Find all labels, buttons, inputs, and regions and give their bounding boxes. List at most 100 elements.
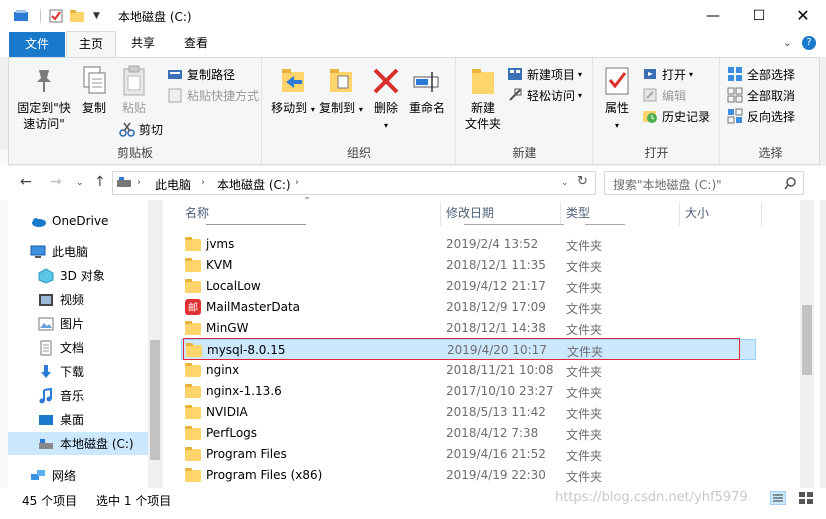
minimize-button[interactable]: — xyxy=(690,0,736,31)
select-none-button[interactable]: 全部取消 xyxy=(727,85,795,105)
column-divider[interactable] xyxy=(440,202,441,226)
delete-button[interactable]: 删除 ▾ xyxy=(371,64,401,134)
nav-item-desktop[interactable]: 桌面 xyxy=(8,408,148,431)
column-header-name[interactable]: 名称 xyxy=(185,204,209,226)
nav-item-documents[interactable]: 文档 xyxy=(8,336,148,359)
paste-button[interactable]: 粘贴 xyxy=(115,64,153,116)
table-row[interactable]: jvms 2019/2/4 13:52 文件夹 xyxy=(181,234,756,255)
table-row[interactable]: LocalLow 2019/4/12 21:17 文件夹 xyxy=(181,276,756,297)
quick-access-toolbar: ▼ xyxy=(14,7,100,25)
column-divider[interactable] xyxy=(679,202,680,226)
up-arrow-icon[interactable]: ↑ xyxy=(94,174,106,190)
table-row[interactable]: Program Files 2019/4/16 21:52 文件夹 xyxy=(181,444,756,465)
refresh-icon[interactable]: ↻ xyxy=(577,174,588,189)
new-item-icon xyxy=(507,66,523,82)
nav-item-videos[interactable]: 视频 xyxy=(8,288,148,311)
nav-item-music[interactable]: 音乐 xyxy=(8,384,148,407)
rename-button[interactable]: 重命名 xyxy=(407,64,447,116)
address-bar[interactable]: › 此电脑 › 本地磁盘 (C:) › ⌄ ↻ xyxy=(112,171,596,195)
copy-label: 复制 xyxy=(81,101,106,115)
tab-home[interactable]: 主页 xyxy=(66,31,116,58)
column-header-size[interactable]: 大小 xyxy=(685,204,709,226)
nav-pane-scroll-thumb[interactable] xyxy=(150,340,160,460)
table-row[interactable]: Program Files (x86) 2019/4/19 22:30 文件夹 xyxy=(181,465,756,486)
edit-label: 编辑 xyxy=(662,88,687,103)
easy-access-icon xyxy=(507,87,523,103)
move-to-icon xyxy=(278,64,308,98)
invert-selection-button[interactable]: 反向选择 xyxy=(727,106,795,126)
recent-locations-icon[interactable]: ⌄ xyxy=(76,178,84,188)
forward-arrow-icon[interactable]: → xyxy=(50,174,62,190)
table-row[interactable]: nginx 2018/11/21 10:08 文件夹 xyxy=(181,360,756,381)
rename-icon xyxy=(412,64,442,98)
nav-item-onedrive[interactable]: OneDrive xyxy=(8,209,148,232)
open-button[interactable]: 打开 ▾ xyxy=(642,64,693,84)
select-all-button[interactable]: 全部选择 xyxy=(727,64,795,84)
delete-label: 删除 ▾ xyxy=(373,101,398,130)
drive-small-icon xyxy=(117,177,131,187)
file-name: Program Files xyxy=(206,447,287,461)
cut-button[interactable]: 剪切 xyxy=(119,119,163,139)
table-row[interactable]: MinGW 2018/12/1 14:38 文件夹 xyxy=(181,318,756,339)
nav-item-network[interactable]: 网络 xyxy=(8,464,148,487)
copy-path-button[interactable]: 复制路径 xyxy=(167,64,235,84)
large-icons-view-icon[interactable] xyxy=(798,491,814,508)
address-dropdown-icon[interactable]: ⌄ xyxy=(561,178,569,188)
nav-item-downloads[interactable]: 下载 xyxy=(8,360,148,383)
nav-item-3d-objects[interactable]: 3D 对象 xyxy=(8,264,148,287)
nav-item-pictures[interactable]: 图片 xyxy=(8,312,148,335)
tab-file[interactable]: 文件 xyxy=(9,32,65,57)
nav-item-local-disk[interactable]: 本地磁盘 (C:) xyxy=(8,432,148,455)
paste-shortcut-button[interactable]: 粘贴快捷方式 xyxy=(167,85,259,105)
scissors-icon xyxy=(119,121,135,137)
collapse-ribbon-icon[interactable]: ⌄ xyxy=(783,36,792,50)
copy-button[interactable]: 复制 xyxy=(77,64,111,116)
history-button[interactable]: 历史记录 xyxy=(642,106,710,126)
properties-quick-icon[interactable] xyxy=(49,9,63,23)
search-box[interactable]: 搜索"本地磁盘 (C:)" xyxy=(604,171,804,195)
properties-button[interactable]: 属性 ▾ xyxy=(600,64,634,134)
nav-pane-scrollbar[interactable] xyxy=(148,200,162,488)
folder-icon xyxy=(185,468,201,482)
new-folder-button[interactable]: 新建 文件夹 xyxy=(461,64,505,132)
column-header-type[interactable]: 类型 xyxy=(566,204,590,226)
file-name: jvms xyxy=(206,237,235,251)
file-date: 2019/2/4 13:52 xyxy=(446,237,539,251)
new-item-button[interactable]: 新建项目 ▾ xyxy=(507,64,582,84)
table-row[interactable]: 邮 MailMasterData 2018/12/9 17:09 文件夹 xyxy=(181,297,756,318)
move-to-button[interactable]: 移动到 ▾ xyxy=(271,64,315,118)
new-folder-quick-icon[interactable] xyxy=(69,9,85,23)
table-row[interactable]: nginx-1.13.6 2017/10/10 23:27 文件夹 xyxy=(181,381,756,402)
breadcrumb-local-disk[interactable]: 本地磁盘 (C:) xyxy=(217,176,291,193)
pin-quick-access-button[interactable]: 固定到"快速访问" xyxy=(13,64,75,132)
tab-view[interactable]: 查看 xyxy=(170,31,222,57)
table-row[interactable]: NVIDIA 2018/5/13 11:42 文件夹 xyxy=(181,402,756,423)
explorer-icon[interactable] xyxy=(14,9,30,23)
back-arrow-icon[interactable]: ← xyxy=(20,174,32,190)
folder-icon xyxy=(185,258,201,272)
maximize-button[interactable]: ☐ xyxy=(736,0,782,31)
ribbon-tabs: 文件 主页 共享 查看 ⌄ ? xyxy=(0,31,826,58)
breadcrumb-this-pc[interactable]: 此电脑 xyxy=(155,176,191,193)
column-divider[interactable] xyxy=(560,202,561,226)
file-name: NVIDIA xyxy=(206,405,248,419)
help-icon[interactable]: ? xyxy=(802,36,816,50)
column-header-date[interactable]: 修改日期 xyxy=(446,204,494,226)
nav-item-this-pc[interactable]: 此电脑 xyxy=(8,240,148,263)
file-date: 2019/4/19 22:30 xyxy=(446,468,546,482)
customize-toolbar-icon[interactable]: ▼ xyxy=(93,11,100,21)
copy-to-button[interactable]: 复制到 ▾ xyxy=(319,64,363,118)
column-divider[interactable] xyxy=(761,202,762,226)
edit-button[interactable]: 编辑 xyxy=(642,85,686,105)
tab-share[interactable]: 共享 xyxy=(118,31,168,57)
file-type: 文件夹 xyxy=(566,449,603,463)
file-list-scroll-thumb[interactable] xyxy=(802,305,812,375)
copy-to-label: 复制到 ▾ xyxy=(319,101,363,115)
easy-access-button[interactable]: 轻松访问 ▾ xyxy=(507,85,582,105)
table-row[interactable]: KVM 2018/12/1 11:35 文件夹 xyxy=(181,255,756,276)
table-row[interactable]: PerfLogs 2018/4/12 7:38 文件夹 xyxy=(181,423,756,444)
details-view-icon[interactable] xyxy=(769,490,787,508)
close-button[interactable]: ✕ xyxy=(780,0,826,31)
table-row[interactable]: mysql-8.0.15 2019/4/20 10:17 文件夹 xyxy=(181,339,756,360)
file-list-scrollbar[interactable] xyxy=(800,200,814,488)
